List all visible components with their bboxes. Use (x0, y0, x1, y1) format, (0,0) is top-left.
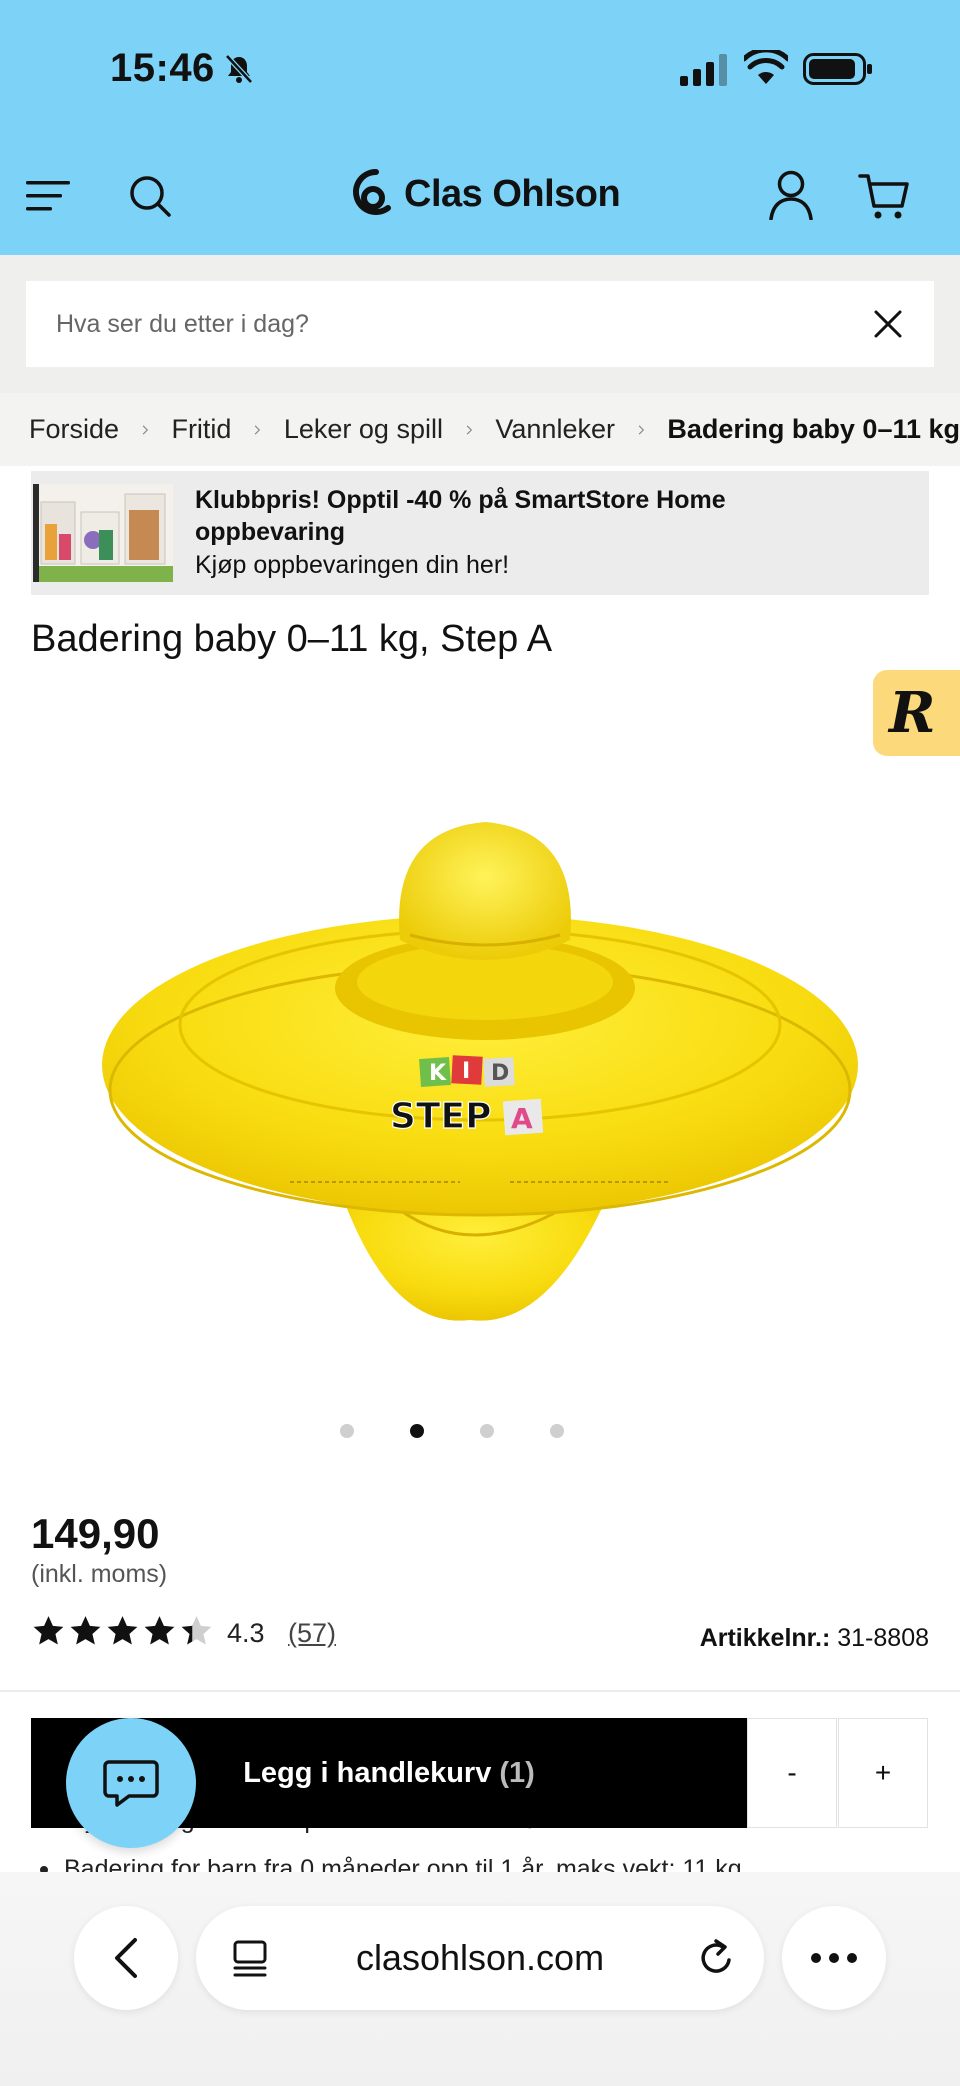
promo-title: Klubbpris! Opptil -40 % på SmartStore Ho… (195, 486, 726, 546)
star-partial-icon (181, 1616, 212, 1645)
breadcrumb-item-forside[interactable]: Forside (29, 414, 119, 445)
browser-more-button[interactable] (782, 1906, 886, 2010)
chevron-right-icon (255, 424, 261, 435)
promo-image (33, 484, 173, 582)
svg-text:K: K (429, 1061, 447, 1086)
cart-icon[interactable] (858, 172, 910, 220)
svg-text:I: I (462, 1059, 470, 1084)
menu-icon[interactable] (26, 178, 70, 214)
back-icon (115, 1938, 137, 1978)
quantity-increase-button[interactable]: + (838, 1718, 928, 1828)
search-section (0, 255, 960, 393)
reload-icon[interactable] (696, 1938, 736, 1978)
product-price: 149,90 (31, 1510, 160, 1557)
bell-off-icon (225, 54, 253, 84)
status-time: 15:46 (110, 46, 215, 90)
breadcrumb-item-fritid[interactable]: Fritid (171, 414, 231, 445)
battery-icon (803, 53, 872, 85)
address-bar[interactable]: clasohlson.com (196, 1906, 764, 2010)
cellular-signal-icon (680, 54, 727, 86)
star-full-icon (107, 1616, 138, 1645)
clas-ohlson-logo[interactable]: Clas Ohlson (346, 164, 621, 224)
logo-text: Clas Ohlson (404, 172, 621, 215)
add-to-cart-label: Legg i handlekurv (243, 1756, 492, 1789)
article-number: Artikkelnr.: 31-8808 (700, 1624, 929, 1653)
article-number-value: 31-8808 (837, 1624, 929, 1652)
gallery-dot-active[interactable] (410, 1424, 424, 1438)
star-full-icon (70, 1616, 101, 1645)
article-label: Artikkelnr.: (699, 1624, 831, 1652)
promo-banner[interactable]: Klubbpris! Opptil -40 % på SmartStore Ho… (31, 471, 929, 595)
star-full-icon (33, 1616, 64, 1645)
url-text: clasohlson.com (355, 1937, 605, 1978)
search-icon[interactable] (128, 174, 172, 218)
chevron-right-icon (638, 424, 645, 435)
breadcrumb: Forside Fritid Leker og spill Vannleker … (0, 393, 960, 466)
rating-stars[interactable] (31, 1614, 214, 1648)
search-input[interactable] (56, 309, 872, 339)
gallery-dot[interactable] (340, 1424, 354, 1438)
svg-text:STEP: STEP (390, 1096, 491, 1137)
logo-mark-icon (353, 169, 391, 215)
star-full-icon (144, 1616, 175, 1645)
chevron-right-icon (466, 424, 473, 435)
chat-button[interactable] (66, 1718, 196, 1848)
breadcrumb-item-leker-og-spill[interactable]: Leker og spill (284, 414, 443, 445)
quantity-decrease-button[interactable]: - (747, 1718, 837, 1828)
cart-quantity: (1) (499, 1756, 535, 1789)
promo-subtitle: Kjøp oppbevaringen din her! (195, 551, 510, 579)
gallery-dot[interactable] (480, 1424, 494, 1438)
search-box (26, 281, 934, 367)
chevron-right-icon (142, 424, 149, 435)
breadcrumb-item-current: Badering baby 0–11 kg (667, 414, 960, 444)
breadcrumb-item-vannleker[interactable]: Vannleker (495, 414, 615, 445)
svg-text:D: D (491, 1061, 509, 1086)
wifi-icon (744, 50, 788, 84)
r-logo-icon: R (889, 680, 936, 746)
clear-icon[interactable] (872, 308, 904, 340)
reviews-widget-button[interactable]: R (873, 670, 960, 756)
gallery-dot[interactable] (550, 1424, 564, 1438)
svg-text:A: A (511, 1102, 533, 1135)
user-icon[interactable] (768, 170, 814, 220)
more-icon (811, 1953, 857, 1963)
divider (0, 1690, 960, 1692)
product-title: Badering baby 0–11 kg, Step A (31, 618, 553, 660)
gallery-pagination (340, 1424, 564, 1438)
chat-icon (103, 1760, 159, 1807)
browser-back-button[interactable] (74, 1906, 178, 2010)
rating-count-link[interactable]: (57) (288, 1618, 336, 1649)
vat-note: (inkl. moms) (31, 1560, 168, 1588)
product-image[interactable]: K I D STEP A (90, 810, 870, 1330)
rating-value: 4.3 (227, 1618, 265, 1648)
tabs-icon (233, 1940, 267, 1977)
